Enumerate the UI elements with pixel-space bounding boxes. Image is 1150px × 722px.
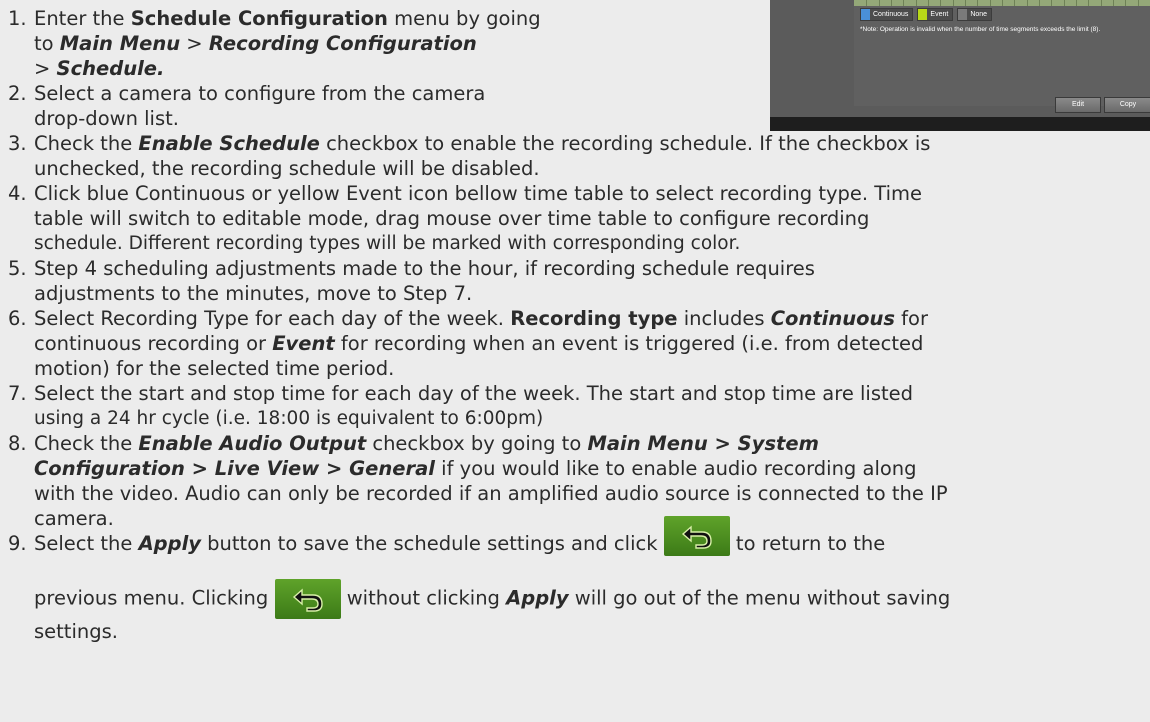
- schedule-term: Schedule.: [56, 57, 165, 80]
- text: camera.: [34, 507, 114, 530]
- text: Check the: [34, 132, 139, 155]
- text: includes: [677, 307, 771, 330]
- text: settings.: [34, 620, 118, 643]
- legend-none: None: [957, 8, 993, 21]
- none-swatch: [958, 9, 968, 20]
- text: button to save the schedule settings and…: [200, 532, 664, 555]
- text: >: [34, 57, 57, 80]
- text: for: [894, 307, 928, 330]
- text: for recording when an event is triggered…: [334, 332, 924, 355]
- step-7: 7. Select the start and stop time for ea…: [8, 381, 913, 431]
- step-number: 9.: [8, 532, 27, 555]
- step-6: 6. Select Recording Type for each day of…: [8, 306, 928, 381]
- event-term: Event: [272, 332, 335, 355]
- step-5: 5. Step 4 scheduling adjustments made to…: [8, 256, 815, 306]
- text: table will switch to editable mode, drag…: [34, 207, 870, 230]
- back-arrow-icon: [274, 579, 341, 619]
- text: >: [180, 32, 209, 55]
- recording-type-term: Recording type: [510, 307, 678, 330]
- text: menu by going: [387, 7, 541, 30]
- step-2: 2. Select a camera to configure from the…: [8, 81, 485, 131]
- event-swatch: [918, 9, 928, 20]
- legend-event-label: Event: [930, 11, 949, 18]
- text: to return to the: [729, 532, 886, 555]
- text: Select the start and stop time for each …: [34, 382, 914, 405]
- continuous-swatch: [861, 9, 870, 20]
- text: Select the: [34, 532, 139, 555]
- main-menu-path: Main Menu > System: [587, 432, 819, 455]
- text: unchecked, the recording schedule will b…: [34, 157, 540, 180]
- recording-configuration-term: Recording Configuration: [208, 32, 477, 55]
- text: to: [34, 32, 60, 55]
- step-number: 3.: [8, 132, 27, 155]
- text: schedule. Different recording types will…: [34, 233, 741, 254]
- legend-continuous-label: Continuous: [873, 11, 909, 18]
- step-number: 2.: [8, 82, 27, 105]
- text: motion) for the selected time period.: [34, 357, 395, 380]
- text: Click blue Continuous or yellow Event ic…: [34, 182, 922, 205]
- text: Select a camera to configure from the ca…: [34, 82, 486, 105]
- screenshot-bottom-bar: [770, 117, 1150, 131]
- main-menu-term: Main Menu: [59, 32, 181, 55]
- text: checkbox by going to: [366, 432, 588, 455]
- text: using a 24 hr cycle (i.e. 18:00 is equiv…: [34, 408, 544, 429]
- text: continuous recording or: [34, 332, 273, 355]
- schedule-panel: [854, 6, 1150, 106]
- step-1: 1. Enter the Schedule Configuration menu…: [8, 6, 541, 81]
- text: without clicking: [340, 586, 507, 610]
- back-arrow-icon: [663, 515, 730, 556]
- text: drop-down list.: [34, 107, 179, 130]
- step-8: 8. Check the Enable Audio Output checkbo…: [8, 431, 948, 531]
- text: Enter the: [34, 7, 131, 30]
- enable-schedule-term: Enable Schedule: [138, 132, 320, 155]
- text: if you would like to enable audio record…: [434, 457, 917, 480]
- step-number: 1.: [8, 7, 27, 30]
- text: will go out of the menu without saving: [568, 586, 951, 610]
- text: Check the: [34, 432, 139, 455]
- text: with the video. Audio can only be record…: [34, 482, 948, 505]
- recording-type-legend: Continuous Event None: [860, 8, 993, 21]
- step-9: 9. Select the Apply button to save the s…: [8, 515, 951, 644]
- step-number: 8.: [8, 432, 27, 455]
- text: Select Recording Type for each day of th…: [34, 307, 511, 330]
- legend-continuous: Continuous: [860, 8, 914, 21]
- apply-term: Apply: [506, 586, 569, 610]
- legend-none-label: None: [970, 11, 988, 18]
- step-number: 6.: [8, 307, 27, 330]
- text: Step 4 scheduling adjustments made to th…: [34, 257, 815, 280]
- schedule-configuration-term: Schedule Configuration: [130, 7, 388, 30]
- copy-button[interactable]: Copy: [1104, 97, 1150, 113]
- step-4: 4. Click blue Continuous or yellow Event…: [8, 181, 922, 256]
- step-number: 4.: [8, 182, 27, 205]
- segment-limit-note: *Note: Operation is invalid when the num…: [860, 26, 1101, 33]
- enable-audio-output-term: Enable Audio Output: [138, 432, 367, 455]
- live-view-path: Configuration > Live View > General: [34, 457, 435, 480]
- legend-event: Event: [917, 8, 954, 21]
- step-number: 5.: [8, 257, 27, 280]
- schedule-screenshot: Continuous Event None *Note: Operation i…: [770, 0, 1150, 131]
- apply-term: Apply: [138, 532, 201, 555]
- text: checkbox to enable the recording schedul…: [319, 132, 931, 155]
- continuous-term: Continuous: [770, 307, 895, 330]
- step-3: 3. Check the Enable Schedule checkbox to…: [8, 131, 930, 181]
- text: previous menu. Clicking: [34, 586, 275, 610]
- text: adjustments to the minutes, move to Step…: [34, 282, 473, 305]
- edit-button[interactable]: Edit: [1055, 97, 1101, 113]
- step-number: 7.: [8, 382, 27, 405]
